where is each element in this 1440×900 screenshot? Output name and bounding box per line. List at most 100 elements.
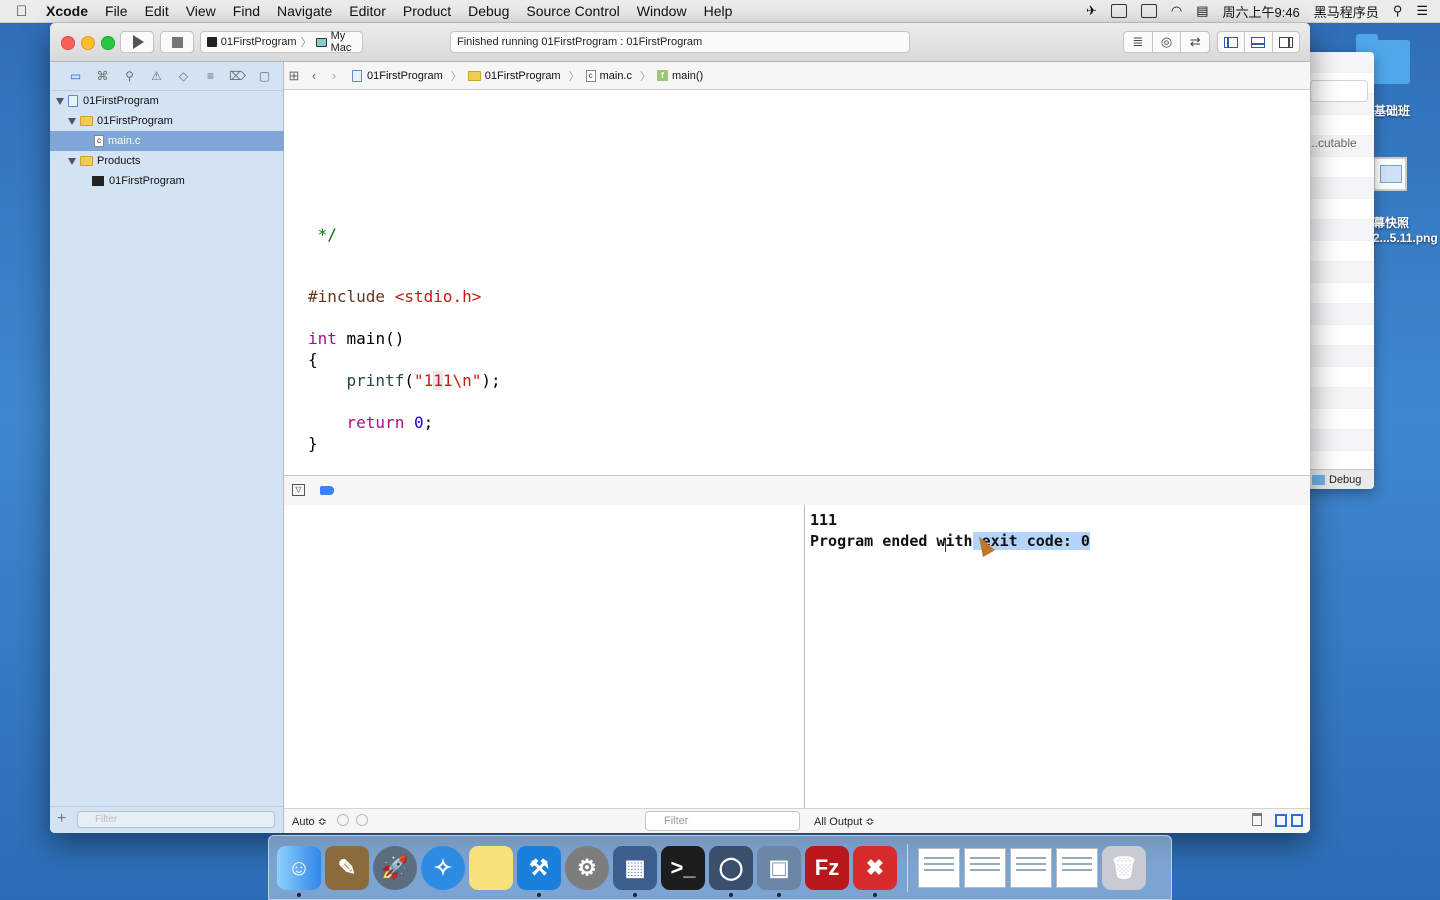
- toggle-utilities-button[interactable]: [1273, 32, 1299, 52]
- folder-icon[interactable]: ▭: [62, 66, 89, 86]
- display-icon[interactable]: [1140, 4, 1157, 18]
- run-button[interactable]: [120, 31, 154, 53]
- menu-help[interactable]: Help: [704, 3, 733, 19]
- desktop-screenshot-label1[interactable]: 幕快照: [1373, 214, 1409, 231]
- output-select[interactable]: All Output ≎: [814, 815, 875, 828]
- breakpoints-toggle-icon[interactable]: [320, 486, 334, 495]
- breadcrumb-function[interactable]: f main(): [657, 70, 703, 82]
- close-window-button[interactable]: [61, 36, 75, 50]
- related-items-icon[interactable]: ⊞: [284, 68, 304, 84]
- menu-file[interactable]: File: [105, 3, 128, 19]
- xmind-icon[interactable]: ✖: [853, 845, 897, 897]
- media-app-icon[interactable]: ▦: [613, 845, 657, 897]
- report-icon[interactable]: ▢: [251, 66, 278, 86]
- finder-icon[interactable]: ☺: [277, 845, 321, 897]
- menu-source-control[interactable]: Source Control: [526, 3, 619, 19]
- document-icon[interactable]: [1056, 847, 1098, 888]
- menu-product[interactable]: Product: [403, 3, 451, 19]
- code-line-return: return 0;: [308, 413, 434, 432]
- search-icon[interactable]: ⚲: [116, 66, 143, 86]
- menu-debug[interactable]: Debug: [468, 3, 509, 19]
- tree-item-products[interactable]: Products: [50, 151, 301, 171]
- variables-filter-input[interactable]: Filter: [645, 811, 800, 831]
- variables-view[interactable]: [284, 505, 805, 808]
- console-text: Program ended with: [810, 532, 973, 550]
- airplane-icon[interactable]: ✈: [1086, 3, 1097, 19]
- safari-icon[interactable]: ✧: [421, 845, 465, 890]
- folder-icon: [467, 70, 481, 81]
- breadcrumb-project[interactable]: 01FirstProgram: [352, 69, 443, 82]
- system-preferences-icon[interactable]: ⚙: [565, 845, 609, 890]
- notification-center-icon[interactable]: ☰: [1416, 3, 1428, 19]
- back-icon[interactable]: ‹: [304, 68, 324, 83]
- add-icon[interactable]: +: [57, 810, 66, 828]
- breakpoint-icon[interactable]: ⌦: [224, 66, 251, 86]
- toggle-debug-area-button[interactable]: [1245, 32, 1273, 52]
- variables-scope-select[interactable]: Auto ≎: [292, 815, 327, 828]
- symbol-navigator-icon[interactable]: ⌘: [89, 66, 116, 86]
- split-left-icon[interactable]: [1275, 814, 1287, 827]
- debug-navigator-icon[interactable]: ≡: [197, 66, 224, 86]
- desktop-screenshot-label2[interactable]: 2...5.11.png: [1373, 231, 1438, 245]
- toggle-navigator-button[interactable]: [1218, 32, 1246, 52]
- menu-edit[interactable]: Edit: [145, 3, 169, 19]
- disclosure-down-icon[interactable]: [68, 157, 76, 165]
- xcode-icon[interactable]: ⚒: [517, 845, 561, 897]
- minimize-window-button[interactable]: [81, 36, 95, 50]
- desktop-folder-label[interactable]: 基础班: [1374, 102, 1410, 119]
- eye-icon[interactable]: [337, 814, 349, 826]
- finder-path-label[interactable]: Debug: [1329, 474, 1361, 486]
- zoom-window-button[interactable]: [101, 36, 115, 50]
- split-right-icon[interactable]: [1291, 814, 1303, 827]
- mouse-app-icon[interactable]: ◯: [709, 845, 753, 897]
- menu-window[interactable]: Window: [637, 3, 687, 19]
- menu-editor[interactable]: Editor: [349, 3, 386, 19]
- pages-icon[interactable]: ✎: [325, 845, 369, 890]
- tree-item-project[interactable]: 01FirstProgram: [50, 91, 289, 111]
- breadcrumb-file[interactable]: c main.c: [585, 69, 632, 82]
- hide-debug-area-icon[interactable]: ▽: [292, 484, 305, 496]
- preview-icon[interactable]: ▣: [757, 845, 801, 897]
- filezilla-icon[interactable]: Fz: [805, 845, 849, 890]
- forward-icon[interactable]: ›: [324, 68, 344, 83]
- document-icon[interactable]: [918, 847, 960, 888]
- wifi-icon[interactable]: ◠: [1171, 3, 1182, 19]
- finder-item-label[interactable]: ...cutable: [1308, 136, 1357, 150]
- standard-editor-icon[interactable]: ≣: [1124, 32, 1153, 52]
- trash-icon[interactable]: [1252, 813, 1262, 826]
- user-name[interactable]: 黑马程序员: [1314, 2, 1379, 21]
- menu-navigate[interactable]: Navigate: [277, 3, 332, 19]
- version-editor-icon[interactable]: ⇄: [1181, 32, 1209, 52]
- menu-app-xcode[interactable]: Xcode: [46, 3, 88, 19]
- spotlight-icon[interactable]: ⚲: [1393, 3, 1403, 19]
- desktop-screenshot-icon[interactable]: [1373, 157, 1407, 191]
- warning-icon[interactable]: ⚠: [143, 66, 170, 86]
- disclosure-down-icon[interactable]: [56, 97, 64, 105]
- terminal-icon[interactable]: >_: [661, 845, 705, 890]
- clock[interactable]: 周六上午9:46: [1222, 2, 1299, 21]
- info-icon[interactable]: [356, 814, 368, 826]
- menu-view[interactable]: View: [186, 3, 216, 19]
- scheme-selector[interactable]: 01FirstProgram 〉 My Mac: [200, 30, 363, 54]
- navigator-filter-input[interactable]: Filter: [77, 811, 275, 828]
- notes-icon[interactable]: [469, 845, 513, 890]
- launchpad-icon[interactable]: 🚀: [373, 845, 417, 890]
- apple-icon[interactable]: : [16, 3, 34, 20]
- test-icon[interactable]: ◇: [170, 66, 197, 86]
- flag-icon[interactable]: ▤: [1196, 3, 1208, 19]
- menu-find[interactable]: Find: [233, 3, 260, 19]
- finder-search-field[interactable]: [1310, 80, 1368, 102]
- document-icon[interactable]: [1010, 847, 1052, 888]
- trash-icon[interactable]: 🗑: [1102, 845, 1146, 890]
- source-editor[interactable]: */ #include <stdio.h> int main() { print…: [284, 90, 1310, 475]
- assistant-editor-icon[interactable]: ◎: [1153, 32, 1182, 52]
- tree-item-group[interactable]: 01FirstProgram: [50, 111, 301, 131]
- stop-button[interactable]: [160, 31, 194, 53]
- screen-record-icon[interactable]: [1110, 4, 1127, 18]
- breadcrumb-group[interactable]: 01FirstProgram: [467, 70, 561, 82]
- console-output[interactable]: 111 Program ended with exit code: 0: [805, 505, 1310, 808]
- document-icon[interactable]: [964, 847, 1006, 888]
- status-menus: ✈ ◠ ▤ 周六上午9:46 黑马程序员 ⚲ ☰: [1086, 0, 1428, 22]
- disclosure-down-icon[interactable]: [68, 117, 76, 125]
- tree-item-label: main.c: [108, 135, 141, 147]
